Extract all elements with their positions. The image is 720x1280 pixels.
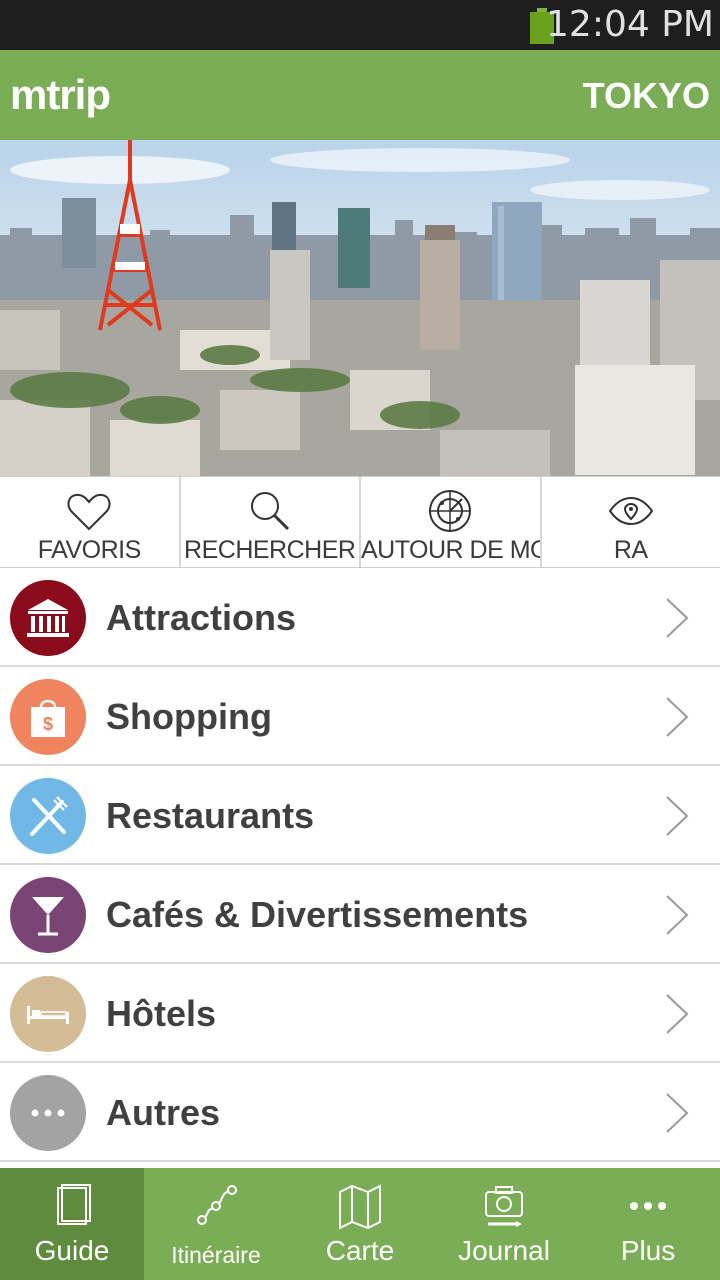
search-icon	[250, 492, 289, 531]
chevron-right-icon	[666, 895, 689, 935]
favoris-label: FAVORIS	[37, 536, 142, 564]
autour-de-moi-label: AUTOUR DE MOI	[361, 536, 540, 564]
category-list: Attractions $ Shopping Restaurants Cafés…	[0, 568, 720, 1162]
nav-itineraire[interactable]: Itinéraire	[144, 1168, 288, 1280]
hero-image	[0, 140, 720, 476]
nav-carte[interactable]: Carte	[288, 1168, 432, 1280]
bed-icon	[10, 976, 86, 1052]
ra-button[interactable]: RA	[542, 477, 720, 567]
category-attractions[interactable]: Attractions	[0, 568, 720, 667]
category-label: Hôtels	[106, 993, 217, 1034]
svg-text:$: $	[43, 714, 53, 734]
nav-label: Journal	[458, 1235, 550, 1266]
status-bar: 12:04 PM	[0, 0, 720, 50]
city-name[interactable]: TOKYO	[583, 74, 710, 118]
app-logo[interactable]: mtrip	[10, 70, 111, 120]
nav-label: Carte	[325, 1235, 395, 1266]
heart-icon	[67, 493, 111, 531]
quick-actions-bar: FAVORIS RECHERCHER AUTOUR DE MOI RA	[0, 476, 720, 568]
fork-knife-icon	[10, 778, 86, 854]
nav-label: Guide	[34, 1235, 110, 1266]
chevron-right-icon	[666, 1093, 689, 1133]
chevron-right-icon	[666, 697, 689, 737]
category-label: Autres	[106, 1092, 221, 1133]
nav-label: Plus	[620, 1235, 676, 1266]
cocktail-icon	[10, 877, 86, 953]
museum-icon	[10, 580, 86, 656]
book-icon	[57, 1184, 91, 1225]
autour-de-moi-button[interactable]: AUTOUR DE MOI	[361, 477, 542, 567]
chevron-right-icon	[666, 994, 689, 1034]
rechercher-label: RECHERCHER	[184, 536, 356, 564]
category-label: Restaurants	[106, 795, 315, 836]
category-hotels[interactable]: Hôtels	[0, 964, 720, 1063]
route-icon	[197, 1185, 237, 1225]
chevron-right-icon	[666, 598, 689, 638]
eye-icon	[608, 496, 653, 526]
shopping-bag-icon: $	[10, 679, 86, 755]
ra-label: RA	[613, 536, 648, 564]
category-autres[interactable]: Autres	[0, 1063, 720, 1162]
bottom-nav: Guide Itinéraire Carte Journal Plus	[0, 1168, 720, 1280]
chevron-right-icon	[666, 796, 689, 836]
radar-icon	[429, 490, 472, 532]
more-icon	[630, 1202, 666, 1210]
rechercher-button[interactable]: RECHERCHER	[181, 477, 361, 567]
nav-plus[interactable]: Plus	[576, 1168, 720, 1280]
nav-journal[interactable]: Journal	[432, 1168, 576, 1280]
map-icon	[339, 1184, 381, 1230]
category-cafes[interactable]: Cafés & Divertissements	[0, 865, 720, 964]
category-restaurants[interactable]: Restaurants	[0, 766, 720, 865]
category-shopping[interactable]: $ Shopping	[0, 667, 720, 766]
more-dots-icon	[10, 1075, 86, 1151]
category-label: Shopping	[106, 696, 272, 737]
nav-guide[interactable]: Guide	[0, 1168, 144, 1280]
camera-icon	[485, 1186, 523, 1227]
category-label: Cafés & Divertissements	[106, 894, 529, 935]
category-label: Attractions	[106, 597, 297, 638]
app-header: mtrip TOKYO	[0, 50, 720, 140]
status-time: 12:04 PM	[546, 4, 714, 45]
nav-label: Itinéraire	[171, 1242, 261, 1268]
favoris-button[interactable]: FAVORIS	[0, 477, 181, 567]
